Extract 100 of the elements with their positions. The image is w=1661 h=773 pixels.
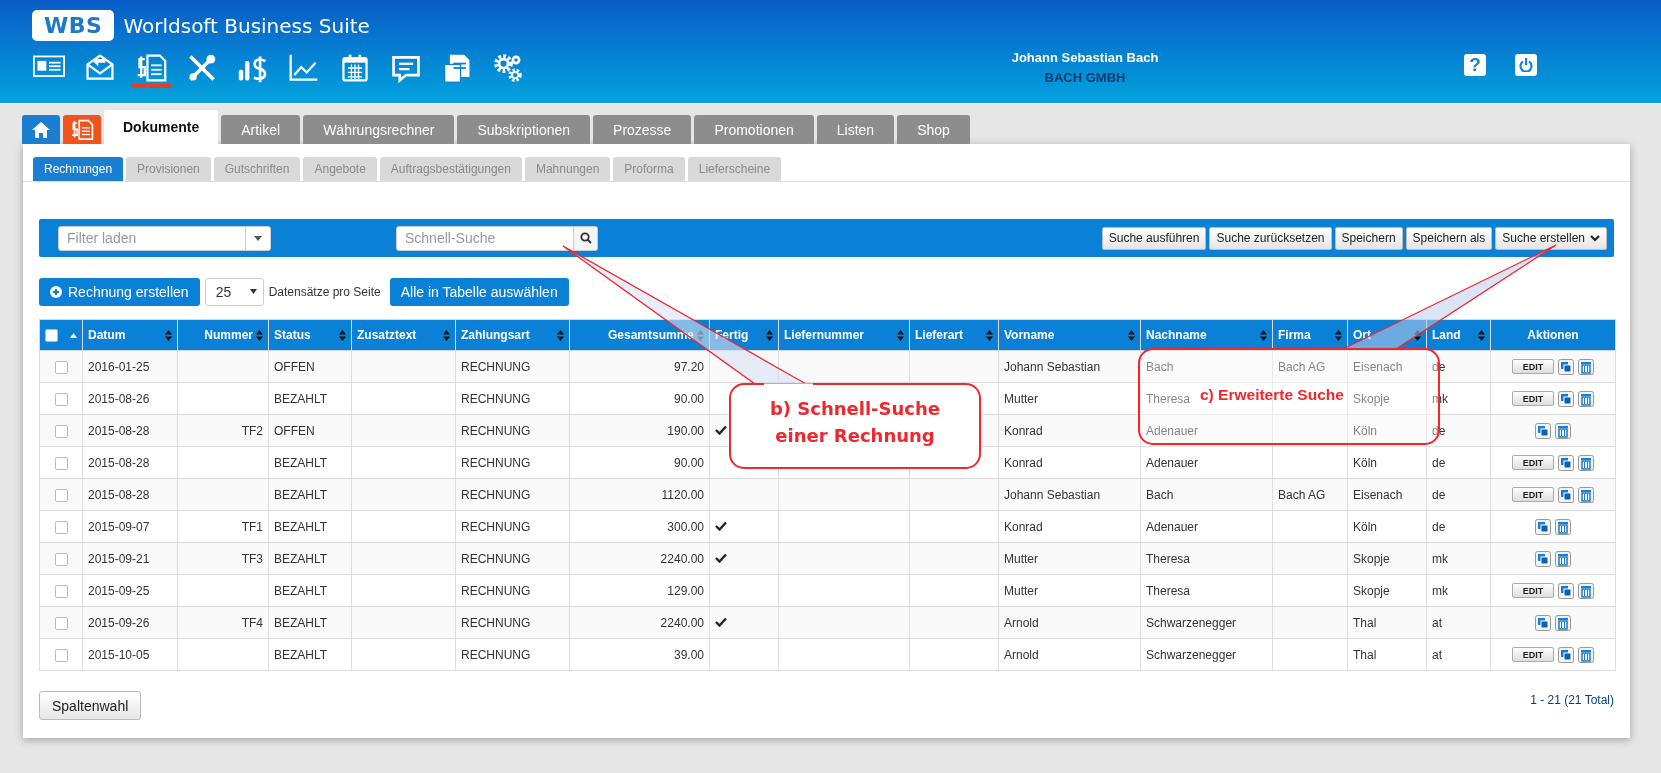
- table-cell: BEZAHLT: [268, 510, 352, 543]
- table-cell: Thal: [1347, 638, 1427, 671]
- table-cell: Konrad: [998, 510, 1141, 543]
- help-button[interactable]: ?: [1464, 54, 1486, 76]
- table-cell: Adenauer: [1140, 510, 1273, 543]
- tab[interactable]: Shop: [897, 115, 970, 144]
- sub-tab[interactable]: Gutschriften: [213, 157, 301, 181]
- table-cell: Köln: [1347, 414, 1427, 447]
- tab[interactable]: Artikel: [221, 115, 301, 144]
- toolbar-button[interactable]: Suche erstellen: [1495, 226, 1607, 250]
- tab[interactable]: Währungsrechner: [303, 115, 455, 144]
- table-cell: Theresa: [1140, 542, 1273, 575]
- table-cell: 2240.00: [569, 606, 710, 639]
- tab[interactable]: Subskriptionen: [457, 115, 591, 144]
- table-cell: Eisenach: [1347, 478, 1427, 511]
- toolbar-button[interactable]: Suche zurücksetzen: [1209, 226, 1332, 250]
- table-cell: 97.20: [569, 350, 710, 383]
- page-size-label: Datensätze pro Seite: [268, 284, 381, 299]
- table-cell: 2015-08-28: [82, 478, 178, 511]
- table-cell: Theresa: [1140, 574, 1273, 607]
- column-chooser-button[interactable]: Spaltenwahl: [39, 691, 142, 720]
- table-cell: 39.00: [569, 638, 710, 671]
- table-cell: 1120.00: [569, 478, 710, 511]
- table-cell: 2016-01-25: [82, 350, 178, 383]
- table-cell: 2015-08-26: [82, 382, 178, 415]
- table-cell: de: [1426, 510, 1491, 543]
- select-all-button[interactable]: Alle in Tabelle auswählen: [389, 277, 569, 306]
- table-cell: Mutter: [998, 382, 1141, 415]
- edit-button[interactable]: EDIT: [1511, 487, 1555, 502]
- table-cell: Bach: [1140, 478, 1273, 511]
- pagination-info: 1 - 21 (21 Total): [1530, 693, 1614, 707]
- table-cell: RECHNUNG: [455, 638, 570, 671]
- table-cell: BEZAHLT: [268, 574, 352, 607]
- table-cell: de: [1426, 446, 1491, 479]
- filter-dropdown[interactable]: Filter laden: [58, 225, 271, 251]
- filter-field[interactable]: Filter laden: [59, 227, 245, 249]
- edit-button[interactable]: EDIT: [1511, 583, 1555, 598]
- table-cell: 190.00: [569, 414, 710, 447]
- table-cell: BEZAHLT: [268, 638, 352, 671]
- sub-tab[interactable]: Provisionen: [126, 157, 211, 181]
- column-header[interactable]: Status: [274, 328, 311, 342]
- tab[interactable]: Prozesse: [593, 115, 692, 144]
- column-header[interactable]: Land: [1432, 328, 1461, 342]
- table-cell: Schwarzenegger: [1140, 638, 1273, 671]
- table-cell: BEZAHLT: [268, 478, 352, 511]
- create-invoice-button[interactable]: Rechnung erstellen: [39, 277, 200, 306]
- table-cell: Bach: [1140, 350, 1273, 383]
- table-cell: 2015-08-28: [82, 414, 178, 447]
- table-cell: 2015-09-25: [82, 574, 178, 607]
- sub-tab[interactable]: Angebote: [303, 157, 377, 181]
- table-cell: BEZAHLT: [268, 382, 352, 415]
- table-cell: RECHNUNG: [455, 382, 570, 415]
- table-cell: BEZAHLT: [268, 446, 352, 479]
- user-name: Johann Sebastian Bach: [1010, 49, 1160, 67]
- table-cell: mk: [1426, 574, 1491, 607]
- table-cell: 2015-08-28: [82, 446, 178, 479]
- quick-search-box[interactable]: Schnell-Suche: [396, 225, 598, 251]
- edit-button[interactable]: EDIT: [1511, 359, 1555, 374]
- edit-button[interactable]: EDIT: [1511, 391, 1555, 406]
- table-cell: RECHNUNG: [455, 574, 570, 607]
- table-cell: Bach AG: [1272, 478, 1348, 511]
- table-cell: RECHNUNG: [455, 446, 570, 479]
- sub-tab[interactable]: Proforma: [613, 157, 685, 181]
- table-cell: RECHNUNG: [455, 414, 570, 447]
- page-size-select[interactable]: 25: [204, 277, 264, 306]
- tab[interactable]: Promotionen: [694, 115, 814, 144]
- toolbar-button[interactable]: Speichern als: [1405, 226, 1493, 250]
- table-cell: Mutter: [998, 542, 1141, 575]
- table-cell: 2015-09-21: [82, 542, 178, 575]
- table-cell: OFFEN: [268, 414, 352, 447]
- company-name: BACH GMBH: [1043, 69, 1127, 87]
- column-header[interactable]: Firma: [1278, 328, 1311, 342]
- edit-button[interactable]: EDIT: [1511, 455, 1555, 470]
- sub-tab[interactable]: Rechnungen: [33, 157, 124, 181]
- app-title: Worldsoft Business Suite: [123, 13, 370, 38]
- table-cell: Köln: [1347, 446, 1427, 479]
- table-cell: Adenauer: [1140, 414, 1273, 447]
- tab[interactable]: Listen: [816, 115, 895, 144]
- sub-tab[interactable]: Lieferscheine: [687, 157, 782, 181]
- toolbar-button[interactable]: Speichern: [1334, 226, 1403, 250]
- column-header[interactable]: Ort: [1353, 328, 1371, 342]
- column-header: Aktionen: [1490, 319, 1616, 351]
- table-cell: Adenauer: [1140, 446, 1273, 479]
- column-header[interactable]: Vorname: [1004, 328, 1055, 342]
- logo: WBS: [32, 10, 115, 41]
- table-cell: Eisenach: [1347, 350, 1427, 383]
- table-cell: Arnold: [998, 606, 1141, 639]
- sub-tab[interactable]: Auftragsbestätigungen: [379, 157, 522, 181]
- quick-search-field[interactable]: Schnell-Suche: [397, 227, 573, 249]
- table-cell: RECHNUNG: [455, 542, 570, 575]
- table-cell: Arnold: [998, 638, 1141, 671]
- edit-button[interactable]: EDIT: [1511, 647, 1555, 662]
- callout-text: c) Erweiterte Suche: [1200, 385, 1344, 405]
- table-cell: BEZAHLT: [268, 606, 352, 639]
- toolbar-button[interactable]: Suche ausführen: [1101, 226, 1207, 250]
- tab[interactable]: Dokumente: [104, 110, 219, 144]
- table-cell: RECHNUNG: [455, 478, 570, 511]
- column-header[interactable]: Datum: [88, 328, 126, 342]
- sub-tab[interactable]: Mahnungen: [524, 157, 611, 181]
- callout-text: b) Schnell-Suche einer Rechnung: [768, 397, 942, 448]
